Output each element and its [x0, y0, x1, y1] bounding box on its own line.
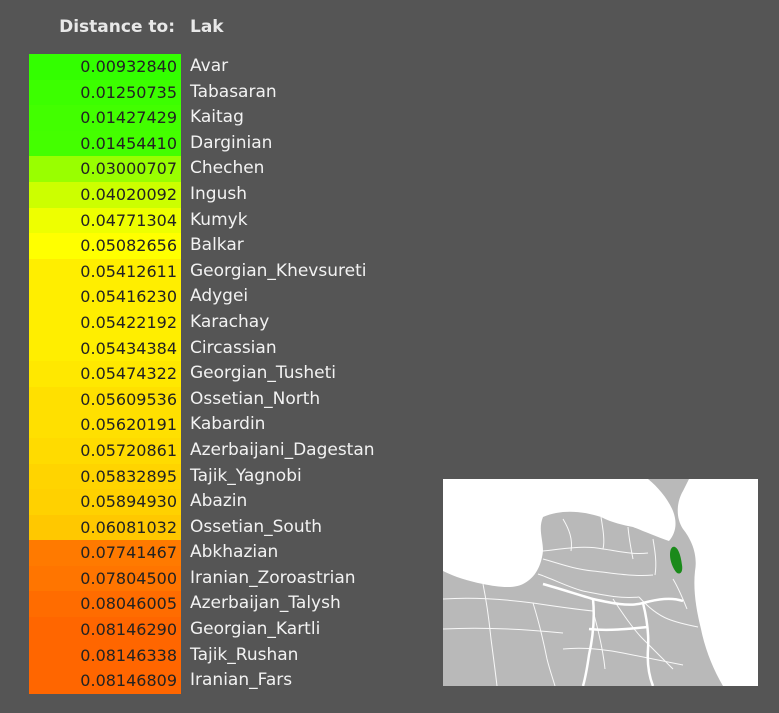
- population-name: Adygei: [190, 286, 249, 307]
- population-name: Azerbaijani_Dagestan: [190, 439, 375, 460]
- population-name: Ossetian_South: [190, 516, 323, 537]
- distance-value: 0.06081032: [29, 514, 181, 541]
- distance-value: 0.01427429: [29, 105, 181, 131]
- highlighted-region: [670, 546, 683, 574]
- east-sea-area: [677, 479, 758, 686]
- population-name: Balkar: [190, 235, 244, 256]
- distance-value: 0.01250735: [29, 79, 181, 106]
- distance-value: 0.08146809: [29, 668, 181, 694]
- distance-value: 0.05412611: [29, 258, 181, 285]
- population-name: Darginian: [190, 132, 273, 153]
- distance-value: 0.05894930: [29, 489, 181, 515]
- distance-value: 0.05609536: [29, 386, 181, 413]
- distance-value: 0.05434384: [29, 335, 181, 362]
- distance-value: 0.04020092: [29, 181, 181, 208]
- population-name: Georgian_Khevsureti: [190, 260, 367, 281]
- distance-value: 0.05620191: [29, 412, 181, 438]
- population-name: Iranian_Fars: [190, 670, 293, 691]
- distance-value: 0.01454410: [29, 130, 181, 157]
- population-name: Ingush: [190, 183, 247, 204]
- population-name: Kabardin: [190, 414, 266, 435]
- population-name: Tabasaran: [190, 81, 277, 102]
- map-svg: [443, 479, 758, 686]
- population-name: Chechen: [190, 158, 265, 179]
- distance-value: 0.08146338: [29, 642, 181, 669]
- population-name: Georgian_Kartli: [190, 619, 321, 640]
- distance-value: 0.07804500: [29, 565, 181, 592]
- population-name: Tajik_Rushan: [190, 644, 299, 665]
- population-name: Iranian_Zoroastrian: [190, 567, 356, 588]
- population-name: Avar: [190, 56, 229, 76]
- target-population: Lak: [190, 17, 224, 37]
- population-name: Ossetian_North: [190, 388, 321, 409]
- distance-value: 0.05422192: [29, 309, 181, 336]
- population-name: Georgian_Tusheti: [190, 363, 336, 384]
- north-sea-area: [443, 479, 676, 588]
- distance-value: 0.08046005: [29, 591, 181, 618]
- distance-value: 0.05832895: [29, 463, 181, 490]
- distance-value: 0.04771304: [29, 207, 181, 234]
- header-label: Distance to:: [59, 17, 175, 37]
- distance-value: 0.05416230: [29, 284, 181, 310]
- population-name: Azerbaijan_Talysh: [190, 593, 341, 614]
- population-name: Kumyk: [190, 209, 248, 230]
- distance-value: 0.05720861: [29, 437, 181, 464]
- population-name: Abazin: [190, 491, 248, 512]
- population-name: Kaitag: [190, 107, 244, 128]
- distance-value: 0.05474322: [29, 361, 181, 387]
- region-map: [443, 479, 758, 686]
- population-name: Tajik_Yagnobi: [190, 465, 302, 486]
- population-name: Circassian: [190, 337, 277, 358]
- distance-value: 0.00932840: [29, 54, 181, 80]
- distance-value: 0.03000707: [29, 156, 181, 182]
- population-name: Karachay: [190, 311, 270, 332]
- distance-value: 0.05082656: [29, 233, 181, 259]
- distance-value: 0.08146290: [29, 617, 181, 643]
- distance-value: 0.07741467: [29, 540, 181, 566]
- population-name: Abkhazian: [190, 542, 279, 563]
